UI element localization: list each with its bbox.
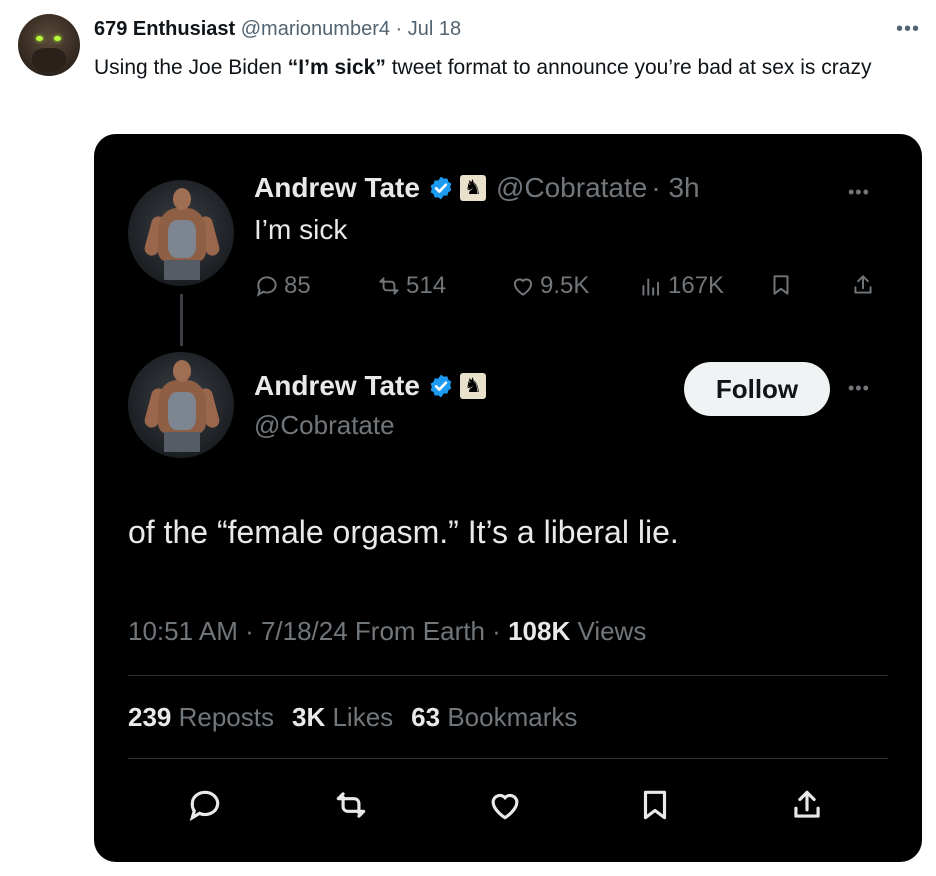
like-count: 9.5K	[540, 272, 590, 299]
bookmark-action[interactable]	[768, 272, 794, 298]
views-action[interactable]: 167K	[638, 272, 724, 300]
avatar-figure-shorts	[164, 432, 200, 452]
reply-icon	[256, 276, 277, 297]
views-chart-icon	[642, 278, 660, 296]
meta-separator: ·	[395, 18, 403, 40]
repost-icon	[379, 277, 399, 295]
reply-action[interactable]: 85	[254, 272, 311, 300]
avatar-figure-shirt	[168, 220, 196, 258]
tweet-text-after: tweet format to announce you’re bad at s…	[385, 56, 872, 79]
bookmarks-label: Bookmarks	[440, 702, 578, 732]
main-actions	[94, 786, 922, 826]
avatar-eye-right	[54, 36, 61, 41]
avatar-figure-head	[173, 188, 191, 210]
timestamp[interactable]: 10:51 AM · 7/18/24 From Earth ·	[128, 616, 508, 646]
repost-count: 514	[406, 272, 447, 299]
share-icon	[854, 275, 872, 294]
avatar-figure-shirt	[168, 392, 196, 430]
reply-icon[interactable]	[186, 786, 224, 824]
knight-badge-icon: ♞	[459, 373, 486, 399]
quoted-header: Andrew Tate ♞ @Cobratate · 3h	[254, 172, 700, 204]
divider	[128, 758, 888, 759]
tweet-header: 679 Enthusiast @marionumber4 · Jul 18	[94, 18, 461, 41]
likes-stat[interactable]: 3K Likes	[292, 702, 393, 732]
timestamp-row: 10:51 AM · 7/18/24 From Earth · 108K Vie…	[128, 616, 646, 647]
avatar-eye-left	[36, 36, 43, 41]
heart-icon	[513, 278, 533, 296]
tweet-text-bold: “I’m sick”	[287, 56, 386, 79]
views-label: Views	[570, 616, 647, 646]
quoted-handle[interactable]: @Cobratate	[496, 172, 647, 204]
main-avatar[interactable]	[128, 352, 234, 458]
repost-action[interactable]: 514	[376, 272, 446, 300]
user-avatar[interactable]	[18, 14, 80, 76]
divider	[128, 675, 888, 676]
views-count: 108K	[508, 616, 571, 646]
user-handle[interactable]: @marionumber4	[241, 18, 390, 40]
reposts-label: Reposts	[171, 702, 274, 732]
likes-count: 3K	[292, 702, 326, 732]
follow-button[interactable]: Follow	[684, 362, 830, 416]
quoted-actions: 85 514 9.5K 167K	[254, 272, 894, 306]
share-icon[interactable]	[788, 786, 826, 824]
bookmarks-stat[interactable]: 63 Bookmarks	[411, 702, 577, 732]
bookmark-icon[interactable]	[636, 786, 674, 824]
avatar-beard	[32, 48, 66, 72]
thread-connector	[180, 294, 183, 346]
tweet-text-before: Using the Joe Biden	[94, 56, 288, 79]
main-handle[interactable]: @Cobratate	[254, 410, 395, 441]
verified-badge-icon	[430, 374, 452, 398]
repost-icon[interactable]	[332, 786, 370, 824]
main-display-name[interactable]: Andrew Tate	[254, 370, 420, 402]
tweet-date[interactable]: Jul 18	[408, 18, 461, 40]
bookmarks-count: 63	[411, 702, 441, 732]
views-count: 167K	[668, 272, 725, 299]
heart-icon[interactable]	[486, 786, 524, 824]
likes-label: Likes	[325, 702, 394, 732]
share-action[interactable]	[850, 272, 876, 298]
avatar-figure-shorts	[164, 260, 200, 280]
reposts-count: 239	[128, 702, 172, 732]
reposts-stat[interactable]: 239 Reposts	[128, 702, 274, 732]
like-action[interactable]: 9.5K	[510, 272, 589, 300]
display-name[interactable]: 679 Enthusiast	[94, 18, 235, 40]
verified-badge-icon	[430, 176, 452, 200]
main-more-icon[interactable]: •••	[848, 378, 870, 399]
main-tweet-text: of the “female orgasm.” It’s a liberal l…	[128, 514, 679, 550]
quoted-more-icon[interactable]: •••	[848, 182, 870, 203]
quoted-display-name[interactable]: Andrew Tate	[254, 172, 420, 204]
quoted-time[interactable]: · 3h	[651, 172, 699, 204]
stats-row: 239 Reposts 3K Likes 63 Bookmarks	[128, 702, 577, 733]
quoted-avatar[interactable]	[128, 180, 234, 286]
avatar-figure-head	[173, 360, 191, 382]
quoted-text: I’m sick	[254, 214, 348, 245]
embedded-image-card[interactable]: Andrew Tate ♞ @Cobratate · 3h ••• I’m si…	[94, 134, 922, 862]
tweet-text: Using the Joe Biden “I’m sick” tweet for…	[94, 52, 924, 83]
more-options-icon[interactable]: •••	[896, 18, 920, 41]
knight-badge-icon: ♞	[459, 175, 486, 201]
reply-count: 85	[284, 272, 311, 299]
main-header: Andrew Tate ♞	[254, 370, 486, 402]
bookmark-icon	[773, 275, 789, 295]
